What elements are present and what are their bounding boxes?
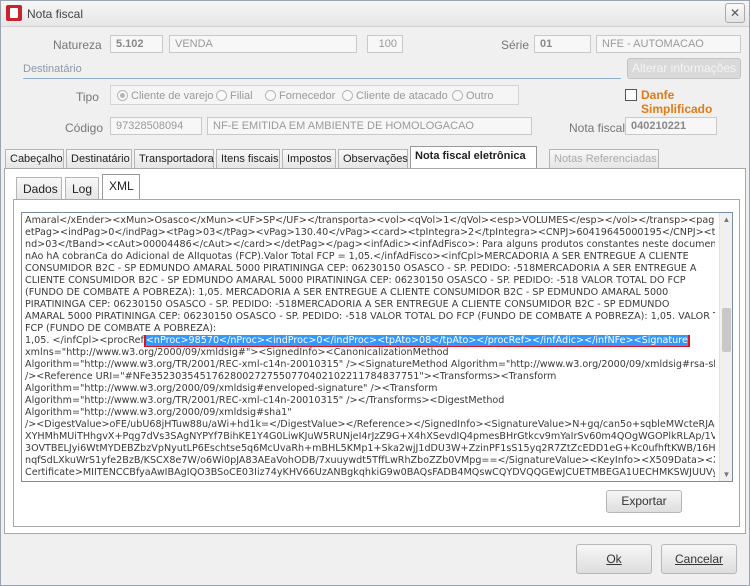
radio-cliente-atacado[interactable]: Cliente de atacado — [342, 90, 448, 102]
xml-scrollbar[interactable]: ▲ ▼ — [719, 213, 732, 481]
tipo-label: Tipo — [76, 90, 99, 104]
xml-line: XYHMhMUiTHhgvX+Pqg7dVs3SAgNYPYf7BihKE1Y4… — [25, 431, 715, 442]
selection-outline: <nProc>98570</nProc><indProc>0</indProc>… — [143, 335, 690, 347]
xml-line: 3OVTBELJyi6WtMYDEBZbzVpNyutLP6Eschtse5q6… — [25, 443, 715, 454]
cancelar-button-label: Cancelar — [674, 552, 724, 566]
alterar-informacoes-button[interactable]: Alterar informações — [627, 58, 741, 79]
xml-line: xmlns="http://www.w3.org/2000/09/xmldsig… — [25, 347, 449, 358]
natureza-desc-field[interactable]: VENDA — [169, 35, 357, 53]
natureza-code-field[interactable]: 5.102 — [110, 35, 163, 53]
codigo-desc-field[interactable]: NF-E EMITIDA EM AMBIENTE DE HOMOLOGACAO — [207, 117, 532, 135]
radio-cliente-varejo[interactable]: Cliente de varejo — [117, 90, 214, 102]
serie-label: Série — [501, 38, 530, 52]
xml-line: Algorithm="http://www.w3.org/2000/09/xml… — [25, 407, 292, 418]
xml-line: PIRATININGA CEP: 06230150 OSASCO - SP. P… — [25, 299, 670, 310]
radio-checked-icon — [117, 90, 128, 101]
title-bar: Nota fiscal ✕ — [1, 1, 749, 27]
tab-transportadora[interactable]: Transportadora — [134, 149, 214, 168]
nota-fiscal-window: Nota fiscal ✕ Natureza 5.102 VENDA 100 S… — [0, 0, 750, 586]
radio-icon — [265, 90, 276, 101]
danfe-simplificado-checkbox[interactable] — [625, 89, 637, 101]
radio-icon — [452, 90, 463, 101]
xml-line: AMARAL 5000 PIRATININGA CEP: 06230150 OS… — [25, 311, 715, 322]
xml-line: Amaral</xEnder><xMun>Osasco</xMun><UF>SP… — [25, 215, 715, 226]
xml-line: CONSUMIDOR B2C - SP EDMUNDO AMARAL 5000 … — [25, 263, 697, 274]
close-button[interactable]: ✕ — [725, 3, 745, 23]
scroll-up-icon[interactable]: ▲ — [720, 213, 732, 226]
radio-filial[interactable]: Filial — [216, 90, 253, 102]
scroll-down-icon[interactable]: ▼ — [720, 468, 732, 481]
xml-line: nqfSdLXkuWrS1yfe2BzB/KSCX8e7W/o6Wi0pJA83… — [25, 455, 715, 466]
tab-observacoes[interactable]: Observações — [338, 149, 408, 168]
tab-destinatario[interactable]: Destinatário — [66, 149, 132, 168]
natureza-num-field[interactable]: 100 — [367, 35, 403, 53]
destinatario-input[interactable]: Destinatário — [23, 63, 621, 79]
destinatario-placeholder: Destinatário — [23, 63, 82, 75]
xml-line: (FUNDO DE COMBATE A POBREZA): 1,05. MERC… — [25, 287, 669, 298]
natureza-label: Natureza — [53, 38, 102, 52]
window-title: Nota fiscal — [27, 7, 84, 21]
xml-line-prefix: 1,05. </infCpl><procRef — [25, 335, 144, 346]
tab-impostos[interactable]: Impostos — [282, 149, 336, 168]
tipo-radio-group: Cliente de varejo Filial Fornecedor Clie… — [110, 85, 519, 105]
tab-cabecalho[interactable]: Cabeçalho — [5, 149, 64, 168]
serie-desc-field[interactable]: NFE - AUTOMACAO — [596, 35, 741, 53]
tab-notas-referenciadas[interactable]: Notas Referenciadas — [549, 149, 659, 168]
nfe-tab-panel: Dados Log XML Amaral</xEnder><xMun>Osasc… — [4, 168, 746, 534]
xml-line: CLIENTE CONSUMIDOR B2C - SP EDMUNDO AMAR… — [25, 275, 686, 286]
subtab-log[interactable]: Log — [65, 177, 99, 199]
nota-fiscal-field[interactable]: 040210221 — [625, 117, 717, 135]
document-icon — [6, 5, 22, 21]
scrollbar-thumb[interactable] — [722, 308, 731, 352]
radio-fornecedor[interactable]: Fornecedor — [265, 90, 335, 102]
danfe-simplificado-label: Danfe Simplificado — [641, 88, 713, 116]
xml-line: nd>03</tBand><cAut>00004486</cAut></card… — [25, 239, 715, 250]
xml-line: Algorithm="http://www.w3.org/2000/09/xml… — [25, 383, 438, 394]
xml-content: Amaral</xEnder><xMun>Osasco</xMun><UF>SP… — [25, 215, 715, 479]
selected-xml-text[interactable]: <nProc>98570</nProc><indProc>0</indProc>… — [145, 335, 688, 346]
xml-line: Algorithm="http://www.w3.org/TR/2001/REC… — [25, 395, 505, 406]
radio-outro[interactable]: Outro — [452, 90, 494, 102]
tab-itens-fiscais[interactable]: Itens fiscais — [216, 149, 280, 168]
radio-icon — [342, 90, 353, 101]
subtab-dados[interactable]: Dados — [16, 177, 62, 199]
xml-line: etPag><indPag>0</indPag><tPag>03</tPag><… — [25, 227, 715, 238]
xml-line: /><DigestValue>oFE/ubU68jHTuw88u/aWi+hd1… — [25, 419, 715, 430]
xml-line: Certificate>MIITENCCBfyaAwIBAgIQO3BSoCE0… — [25, 467, 715, 478]
radio-icon — [216, 90, 227, 101]
serie-field[interactable]: 01 — [534, 35, 591, 53]
subtab-xml[interactable]: XML — [102, 174, 140, 200]
xml-line: FCP (FUNDO DE COMBATE A POBREZA): — [25, 323, 217, 334]
nota-fiscal-label: Nota fiscal — [569, 121, 626, 135]
tab-nota-fiscal-eletronica[interactable]: Nota fiscal eletrônica — [410, 146, 537, 169]
codigo-field[interactable]: 97328508094 — [110, 117, 202, 135]
xml-textarea[interactable]: Amaral</xEnder><xMun>Osasco</xMun><UF>SP… — [21, 212, 733, 482]
xml-line: /><Reference URI="#NFe352303545176280027… — [25, 371, 557, 382]
xml-panel: Amaral</xEnder><xMun>Osasco</xMun><UF>SP… — [13, 199, 740, 527]
ok-button[interactable]: Ok — [576, 544, 652, 574]
ok-button-label: Ok — [606, 552, 622, 566]
codigo-label: Código — [65, 121, 104, 135]
xml-line: Algorithm="http://www.w3.org/TR/2001/REC… — [25, 359, 715, 370]
xml-line: nAo hA cobranCa do Adicional de AlIquota… — [25, 251, 689, 262]
cancelar-button[interactable]: Cancelar — [661, 544, 737, 574]
exportar-button[interactable]: Exportar — [606, 490, 682, 513]
xml-line-highlighted: 1,05. </infCpl><procRef <nProc>98570</nPr… — [25, 335, 715, 347]
